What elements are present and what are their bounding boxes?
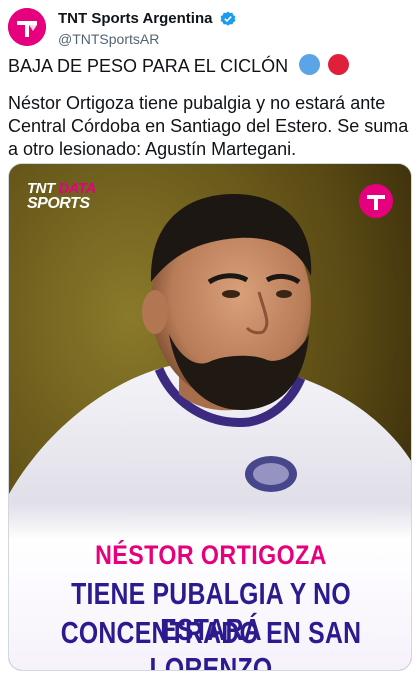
verified-badge-icon xyxy=(220,11,236,26)
tnt-data-sports-logo: TNT DATA SPORTS xyxy=(27,181,105,212)
blue-circle-icon xyxy=(299,54,321,75)
tweet-media-image[interactable]: TNT DATA SPORTS NÉSTOR ORTIGOZA TIENE PU… xyxy=(8,163,412,671)
tweet-body: Néstor Ortigoza tiene pubalgia y no esta… xyxy=(8,93,409,159)
tnt-logo-icon xyxy=(8,8,46,46)
author-block: TNT Sports Argentina @TNTSportsAR xyxy=(58,10,236,47)
tweet-headline: BAJA DE PESO PARA EL CICLÓN xyxy=(8,54,412,78)
avatar[interactable] xyxy=(8,8,46,46)
tnt-corner-logo-icon xyxy=(359,184,393,218)
tweet-headline-text: BAJA DE PESO PARA EL CICLÓN xyxy=(8,56,289,76)
caption-line-2: CONCENTRADO EN SAN LORENZO xyxy=(60,615,362,671)
author-name[interactable]: TNT Sports Argentina xyxy=(58,10,212,27)
caption-player-name: NÉSTOR ORTIGOZA xyxy=(95,540,327,570)
red-circle-icon xyxy=(328,54,350,75)
brand-sports-text: SPORTS xyxy=(27,195,90,212)
author-handle[interactable]: @TNTSportsAR xyxy=(58,31,236,47)
tweet-header: TNT Sports Argentina @TNTSportsAR xyxy=(8,8,412,48)
